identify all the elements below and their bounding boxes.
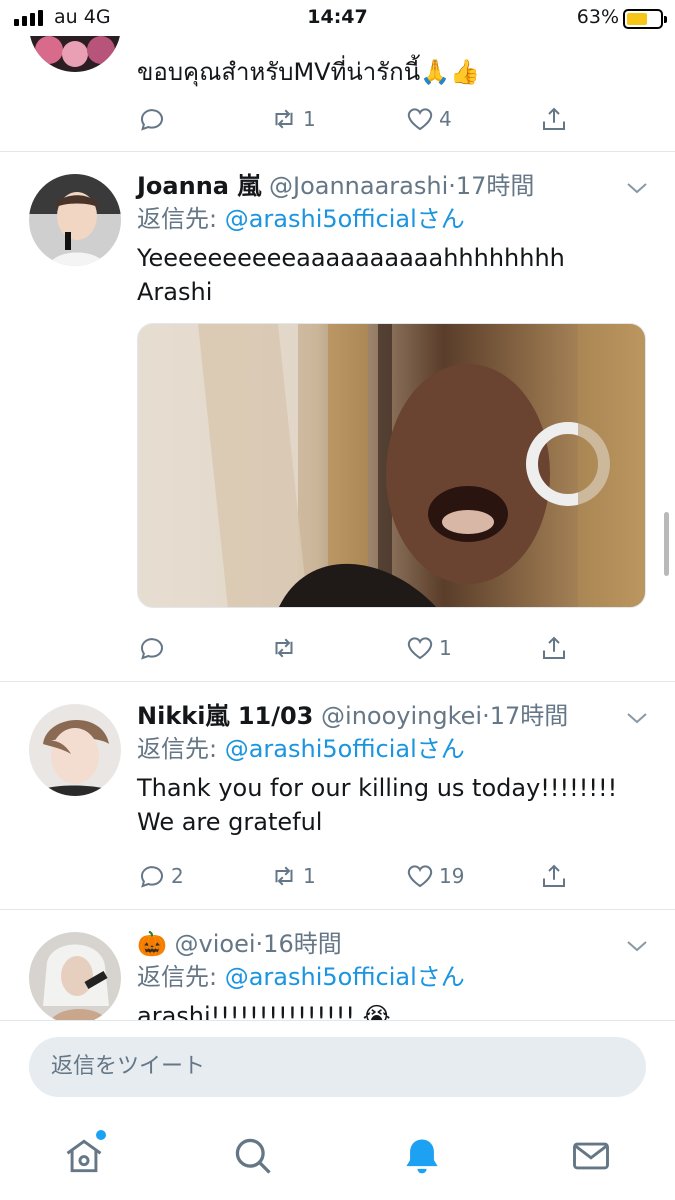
reply-input[interactable]: 返信をツイート [29, 1037, 646, 1097]
tweet-actions: 1 [137, 630, 577, 666]
home-icon [66, 1139, 102, 1173]
retweet-button[interactable]: 1 [269, 858, 316, 894]
tweet-text: Yeeeeeeeeeeaaaaaaaaaahhhhhhhh Arashi [137, 244, 565, 306]
retweet-icon [275, 638, 293, 658]
scrollbar[interactable] [664, 512, 669, 576]
replying-to: 返信先: @arashi5officialさん [137, 963, 465, 991]
share-icon [543, 864, 565, 887]
retweet-icon [275, 109, 293, 129]
compose-bar: 返信をツイート [0, 1020, 675, 1114]
like-button[interactable]: 4 [405, 101, 452, 137]
share-button[interactable] [539, 858, 569, 894]
retweet-button[interactable]: 1 [269, 101, 316, 137]
heart-icon [407, 865, 433, 888]
heart-icon [407, 637, 433, 660]
heart-icon [407, 108, 433, 131]
display-name[interactable]: 🎃 [137, 930, 167, 958]
like-button[interactable]: 19 [405, 858, 464, 894]
tweet-header: Nikki嵐 11/03 @inooyingkei·17時間 [137, 702, 569, 730]
reply-icon [140, 638, 163, 660]
bell-icon [406, 1139, 438, 1174]
mention-link[interactable]: @arashi5official [225, 205, 417, 233]
retweet-button[interactable] [269, 630, 303, 666]
battery-percent: 63% [576, 6, 619, 28]
timestamp: 16時間 [263, 930, 342, 958]
clock: 14:47 [307, 6, 368, 28]
reply-button[interactable]: 2 [137, 858, 184, 894]
share-button[interactable] [539, 101, 569, 137]
username[interactable]: @inooyingkei [321, 702, 482, 730]
reply-icon [140, 109, 163, 131]
retweet-count: 1 [303, 864, 316, 888]
timestamp: 17時間 [455, 172, 535, 200]
tweet-header: 🎃 @vioei·16時間 [137, 930, 342, 958]
avatar[interactable] [29, 704, 121, 796]
status-bar: au 4G 14:47 63% [0, 0, 675, 36]
tweet[interactable]: 🎃 @vioei·16時間 返信先: @arashi5officialさん ar… [0, 910, 675, 1020]
avatar[interactable] [29, 932, 121, 1020]
tweet-actions: 2 1 19 [137, 858, 577, 894]
like-button[interactable]: 1 [405, 630, 452, 666]
tweet-header: Joanna 嵐 @Joannaarashi·17時間 [137, 172, 535, 200]
tweet-actions: 1 4 [137, 101, 577, 137]
display-name[interactable]: Joanna 嵐 [137, 172, 261, 200]
like-count: 19 [439, 864, 465, 888]
mention-link[interactable]: @arashi5official [225, 963, 417, 991]
mention-link[interactable]: @arashi5official [225, 735, 417, 763]
retweet-icon [275, 866, 293, 886]
reply-button[interactable] [137, 630, 171, 666]
retweet-count: 1 [303, 107, 316, 131]
tab-messages[interactable] [569, 1134, 613, 1178]
tab-notifications[interactable] [400, 1134, 444, 1178]
tweet-text: ขอบคุณสำหรับMVที่น่ารักนี้🙏👍 [137, 58, 480, 86]
share-icon [543, 107, 565, 130]
share-icon [543, 636, 565, 659]
username[interactable]: @Joannaarashi [269, 172, 448, 200]
reply-icon [140, 866, 163, 888]
new-content-dot [96, 1130, 106, 1140]
replying-to: 返信先: @arashi5officialさん [137, 735, 465, 763]
reply-button[interactable] [137, 101, 171, 137]
tweet[interactable]: ขอบคุณสำหรับMVที่น่ารักนี้🙏👍 1 4 [0, 36, 675, 152]
reply-count: 2 [171, 864, 184, 888]
tab-search[interactable] [231, 1134, 275, 1178]
avatar[interactable] [29, 174, 121, 266]
tab-home[interactable] [62, 1130, 106, 1178]
reply-feed[interactable]: ขอบคุณสำหรับMVที่น่ารักนี้🙏👍 1 4 Joanna … [0, 36, 675, 1020]
display-name[interactable]: Nikki嵐 11/03 [137, 702, 313, 730]
tab-bar [0, 1114, 675, 1200]
like-count: 4 [439, 107, 452, 131]
avatar[interactable] [29, 36, 121, 72]
battery-icon [623, 9, 667, 29]
username[interactable]: @vioei [175, 930, 256, 958]
tweet-text: arashi!!!!!!!!!!!!!!! 😭 [137, 1002, 391, 1020]
mail-icon [573, 1142, 609, 1170]
tweet-text: Thank you for our killing us today!!!!!!… [137, 774, 618, 836]
tweet-media-image[interactable] [137, 323, 646, 608]
like-count: 1 [439, 636, 452, 660]
timestamp: 17時間 [489, 702, 569, 730]
search-icon [235, 1138, 271, 1174]
tweet[interactable]: Nikki嵐 11/03 @inooyingkei·17時間 返信先: @ara… [0, 682, 675, 910]
replying-to: 返信先: @arashi5officialさん [137, 205, 465, 233]
share-button[interactable] [539, 630, 569, 666]
tweet[interactable]: Joanna 嵐 @Joannaarashi·17時間 返信先: @arashi… [0, 152, 675, 682]
